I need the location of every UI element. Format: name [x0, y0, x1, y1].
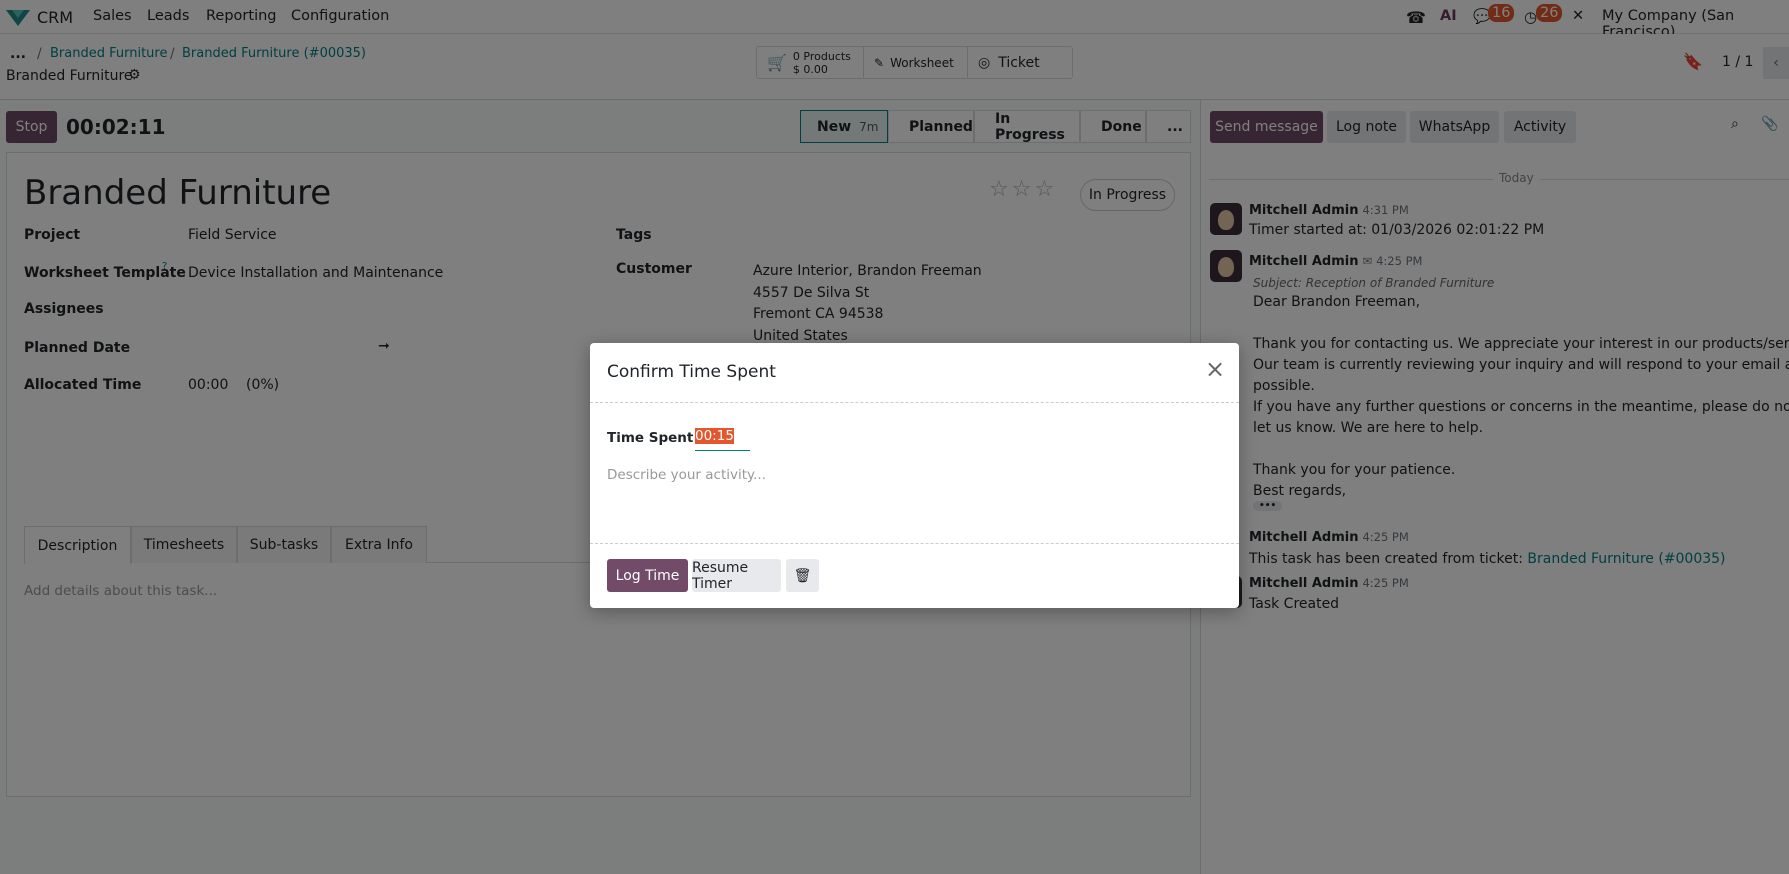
- time-spent-input[interactable]: 00:15: [695, 428, 750, 451]
- close-icon[interactable]: ×: [1205, 355, 1225, 383]
- confirm-time-spent-dialog: Confirm Time Spent × Time Spent 00:15 De…: [590, 343, 1239, 608]
- time-spent-label: Time Spent: [607, 430, 694, 446]
- trash-icon[interactable]: 🗑: [786, 559, 819, 592]
- activity-description-input[interactable]: Describe your activity...: [607, 467, 766, 483]
- log-time-button[interactable]: Log Time: [607, 559, 688, 592]
- resume-timer-button[interactable]: Resume Timer: [692, 559, 781, 592]
- dialog-title: Confirm Time Spent: [607, 362, 776, 382]
